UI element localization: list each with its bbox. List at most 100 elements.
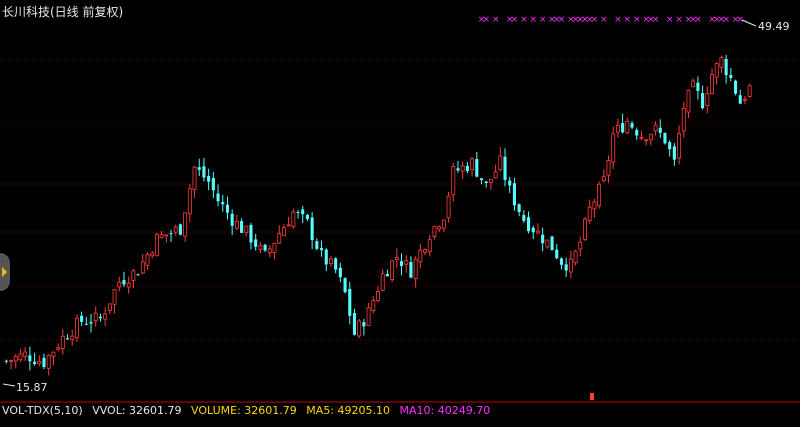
candle-body (493, 171, 498, 179)
candle-body (281, 227, 286, 237)
signal-marker: × (511, 15, 519, 25)
candle-body (23, 351, 28, 357)
candle-body (197, 167, 201, 170)
candle-body (663, 133, 667, 144)
candle-body (564, 264, 568, 271)
candle-body (28, 355, 32, 362)
candle-body (498, 155, 503, 170)
signal-marker: × (624, 15, 632, 25)
indicator-volume: VOLUME: 32601.79 (191, 404, 297, 417)
candle-body (202, 166, 206, 178)
grid-lines (0, 59, 800, 403)
candle-body (742, 98, 747, 101)
signal-marker: × (600, 15, 608, 25)
candle-body (601, 176, 606, 182)
candle-body (56, 347, 61, 350)
candle-body (710, 74, 714, 94)
candle-body (357, 320, 362, 337)
candle-body (522, 215, 526, 221)
candle-body (366, 307, 371, 326)
candle-body (385, 273, 389, 277)
candle-body (207, 176, 211, 182)
candle-body (456, 168, 460, 171)
candle-body (169, 233, 173, 235)
candle-body (112, 289, 117, 305)
candle-body (178, 224, 182, 235)
candle-body (399, 261, 404, 267)
candle-body (615, 124, 620, 133)
candle-body (371, 300, 376, 311)
signal-markers: ×× × ×× × × × ××× ×××××× × × × × ××× × × ××× ×××× ×× (478, 15, 744, 25)
candle-body (37, 361, 42, 365)
candle-body (221, 202, 225, 205)
candle-body (267, 248, 272, 253)
candle-body (668, 142, 672, 150)
candle-body (74, 317, 79, 338)
candle-body (258, 244, 263, 250)
candle-body (413, 258, 418, 280)
signal-marker: × (591, 15, 599, 25)
candlestick-chart: ×× × ×× × × × ××× ×××××× × × × × ××× × × ××× ×××× ×× (0, 15, 800, 403)
signal-marker: × (722, 15, 730, 25)
candle-body (211, 177, 215, 191)
signal-marker: × (492, 15, 500, 25)
collapse-handle[interactable] (0, 253, 10, 291)
candle-body (587, 206, 592, 221)
indicator-bar: VOL-TDX(5,10) VVOL: 32601.79 VOLUME: 326… (2, 404, 496, 417)
candle-body (18, 353, 23, 361)
candle-body (451, 166, 456, 196)
indicator-name[interactable]: VOL-TDX(5,10) (2, 404, 83, 417)
annotations (2, 19, 757, 400)
candle-body (535, 230, 540, 234)
candles-group (4, 54, 752, 376)
event-marker (590, 393, 594, 400)
indicator-ma10: MA10: 40249.70 (399, 404, 491, 417)
candle-body (555, 249, 559, 259)
signal-marker: × (520, 15, 528, 25)
indicator-vvol: VVOL: 32601.79 (92, 404, 182, 417)
signal-marker: × (675, 15, 683, 25)
signal-marker: × (633, 15, 641, 25)
candle-body (479, 178, 484, 181)
candle-body (639, 136, 644, 139)
candle-body (263, 244, 267, 251)
candle-body (648, 133, 653, 141)
signal-marker: × (482, 15, 490, 25)
candle-body (437, 226, 442, 230)
candle-body (140, 261, 145, 274)
candle-body (390, 260, 395, 280)
candle-body (324, 249, 328, 265)
candle-body (630, 123, 634, 128)
signal-marker: × (652, 15, 660, 25)
candle-body (409, 261, 413, 278)
candle-body (597, 183, 602, 207)
candle-body (376, 291, 380, 301)
candle-body (244, 225, 249, 234)
candle-body (173, 226, 178, 233)
candle-body (531, 227, 535, 233)
candle-body (747, 85, 752, 97)
candle-body (545, 239, 550, 248)
candle-body (418, 249, 423, 263)
candle-body (319, 247, 324, 251)
signal-marker: × (694, 15, 702, 25)
candle-body (187, 188, 192, 215)
min-price-label: 15.87 (16, 381, 48, 394)
candle-body (164, 234, 169, 237)
candle-body (103, 313, 108, 320)
candle-body (719, 57, 724, 68)
candle-body (183, 212, 188, 237)
candle-body (677, 133, 682, 159)
candle-body (310, 217, 314, 241)
candle-body (446, 195, 451, 219)
candle-body (541, 234, 545, 244)
candle-body (404, 260, 409, 265)
candle-body (701, 93, 705, 109)
candle-body (315, 241, 319, 249)
indicator-ma5: MA5: 49205.10 (306, 404, 390, 417)
candle-body (272, 242, 277, 253)
candle-body (126, 282, 131, 288)
candle-body (470, 158, 475, 171)
signal-marker: × (666, 15, 674, 25)
candle-body (583, 218, 587, 240)
